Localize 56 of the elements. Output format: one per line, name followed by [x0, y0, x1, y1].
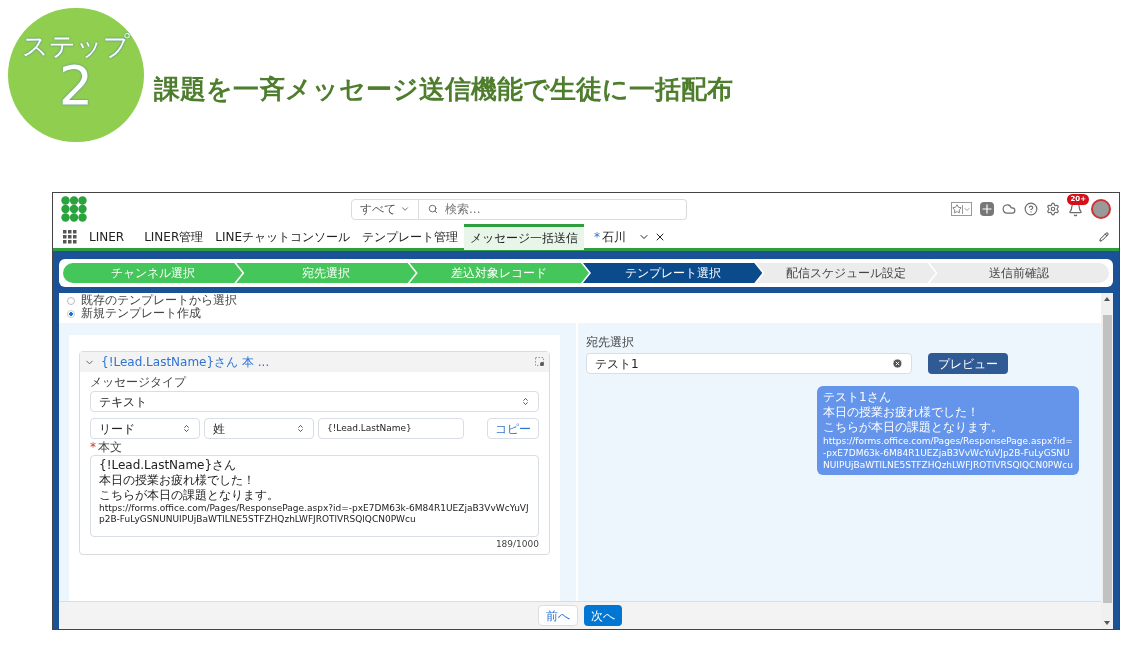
star-icon — [952, 204, 962, 214]
drag-icon[interactable] — [535, 357, 545, 367]
field-label: 宛先選択 — [586, 334, 635, 351]
field-label: メッセージタイプ — [90, 375, 188, 390]
path-step[interactable]: 配信スケジュール設定 — [756, 263, 936, 283]
accordion-header[interactable]: {!Lead.LastName}さん 本 ... — [80, 352, 549, 372]
caret-icon — [400, 204, 410, 214]
radio-button[interactable] — [67, 296, 75, 305]
body-textarea[interactable]: {!Lead.LastName}さん 本日の授業お疲れ様でした！ こちらが本日の課題となります。 https://forms.office.com/Pages/ResponsePage.aspx?id=-pxE7DM63k-6M84R1UEZjaB3VvWcYuVJp2B-FuLyGSNUNUIPUjBaWTlLNE5STFZHQzhLWFJROTlVRSQlQCN0PWcu — [90, 455, 539, 537]
updown-icon — [296, 424, 305, 433]
caret-icon — [962, 204, 971, 214]
radio-button[interactable] — [67, 309, 75, 318]
nav-tab[interactable]: LINEチャットコンソール — [209, 223, 357, 250]
nav-tab[interactable]: メッセージ一括送信 — [464, 223, 585, 250]
cloud-icon[interactable] — [1002, 202, 1016, 216]
settings-icon[interactable] — [1046, 202, 1060, 216]
app-launcher-icon[interactable] — [63, 229, 77, 244]
nav-tab[interactable]: LINER管理 — [138, 223, 210, 250]
radio-option[interactable]: 既存のテンプレートから選択 — [67, 294, 1101, 307]
radio-option[interactable]: 新規テンプレート作成 — [67, 307, 1101, 320]
dot-grid-logo — [61, 196, 87, 222]
path-step[interactable]: 送信前確認 — [929, 263, 1109, 283]
copy-button[interactable]: コピー — [487, 418, 539, 439]
preview-button[interactable]: プレビュー — [928, 353, 1008, 374]
required-mark: * — [90, 440, 96, 455]
character-count: 189/1000 — [494, 538, 539, 551]
avatar[interactable] — [1091, 199, 1111, 219]
search-icon — [428, 203, 438, 214]
favorites-button[interactable] — [951, 202, 972, 216]
back-button[interactable]: 前へ — [538, 605, 578, 626]
search-scope-dropdown[interactable]: すべて — [351, 198, 419, 220]
message-bubble: テスト1さん 本日の授業お疲れ様でした！ こちらが本日の課題となります。 https://forms.office.com/Pages/ResponsePage.aspx?id=-pxE7DM63k-6M84R1UEZjaB3VvWcYuVJp2B-FuLyGSNUNUIPUjBaWTlLNE5STFZHQzhLWFJROTlVRSQlQCN0PWcu — [817, 386, 1079, 475]
help-icon[interactable] — [1024, 202, 1038, 216]
scrollbar[interactable] — [1101, 293, 1113, 629]
nav-tab[interactable]: テンプレート管理 — [356, 223, 465, 250]
plus-icon[interactable] — [980, 202, 994, 216]
path-step[interactable]: テンプレート選択 — [583, 263, 763, 283]
scroll-up-icon[interactable] — [1104, 297, 1110, 301]
field-label: 本文 — [98, 440, 122, 455]
scroll-down-icon[interactable] — [1104, 621, 1110, 625]
accordion-title: {!Lead.LastName}さん 本 ... — [101, 354, 270, 371]
page-title: 課題を一斉メッセージ送信機能で生徒に一括配布 — [154, 72, 733, 106]
merge-field-input[interactable]: {!Lead.LastName} — [318, 418, 464, 439]
search-field[interactable]: 検索... — [419, 198, 687, 220]
workspace-tab[interactable]: * 石川 — [590, 227, 631, 246]
updown-icon — [182, 424, 191, 433]
app-name: LINER — [89, 228, 125, 246]
object-select[interactable]: リード — [90, 418, 200, 439]
clear-icon[interactable] — [892, 358, 903, 369]
step-badge: ステップ 2 — [8, 8, 144, 142]
pencil-icon[interactable] — [1099, 231, 1109, 242]
next-button[interactable]: 次へ — [584, 605, 622, 626]
recipient-field[interactable]: テスト1 — [586, 353, 912, 374]
updown-icon — [521, 397, 530, 406]
message-type-select[interactable]: テキスト — [90, 391, 539, 412]
field-select[interactable]: 姓 — [204, 418, 314, 439]
